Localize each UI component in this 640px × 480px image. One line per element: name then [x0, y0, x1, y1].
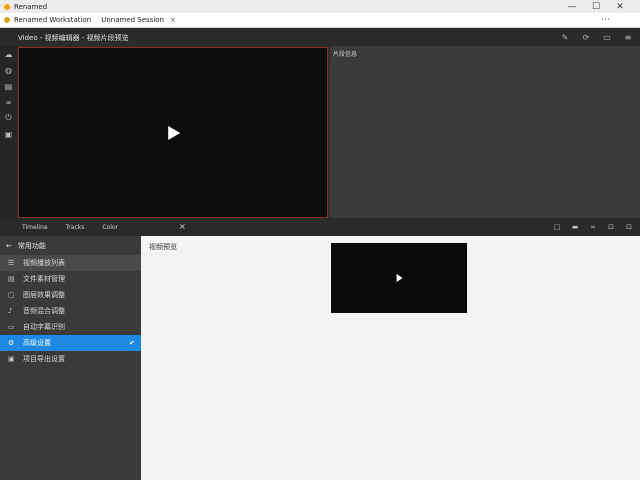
bottom-label-color[interactable]: Color	[102, 224, 118, 231]
panel-label: 片段信息	[333, 51, 358, 58]
cloud-icon[interactable]: ☁	[0, 46, 17, 62]
video-preview[interactable]	[18, 47, 328, 218]
maximize-button[interactable]: ☐	[586, 0, 606, 13]
audio-icon: ♪	[8, 307, 13, 315]
lock-icon[interactable]: ⊡	[606, 221, 616, 233]
video-thumbnail[interactable]	[331, 243, 467, 313]
sidebar-item-label: 图层效果调整	[23, 291, 65, 299]
tab-bar: Renamed Workstation Unnamed Session × ⋯	[0, 13, 640, 28]
sidebar-item-advanced[interactable]: ⚙ 高级设置 ✔	[0, 335, 141, 351]
editor-toolbar: Video - 视频编辑器 - 视频片段预览 ✎ ⟳ ▭ ≡	[0, 28, 640, 46]
play-icon[interactable]	[396, 274, 403, 282]
editor-title: Video - 视频编辑器 - 视频片段预览	[18, 34, 129, 42]
file-icon: ▤	[8, 275, 15, 283]
bottom-label-timeline[interactable]: Timeline	[22, 224, 48, 231]
sidebar-item-label: 音频混合调整	[23, 307, 65, 315]
more-icon[interactable]: ⋯	[601, 15, 610, 25]
document-icon[interactable]: ▤	[0, 78, 17, 94]
link-icon[interactable]: ∞	[588, 221, 598, 233]
globe-icon[interactable]: ◍	[0, 62, 17, 78]
edit-icon[interactable]: ✎	[559, 31, 571, 43]
sidebar-item-playlist[interactable]: ☰ 视频播放列表	[0, 255, 141, 271]
caption-icon[interactable]: ▬	[570, 221, 580, 233]
editor-bottom-bar: Timeline Tracks Color × □ ▬ ∞ ⊡ ⊡	[0, 218, 640, 236]
sidebar-item-captions[interactable]: ▭ 自动字幕识别	[0, 319, 141, 335]
tab-workstation[interactable]: Renamed Workstation	[4, 16, 91, 24]
menu-icon[interactable]: ≡	[622, 31, 634, 43]
play-icon[interactable]	[168, 125, 181, 140]
tab-session[interactable]: Unnamed Session ×	[101, 16, 176, 24]
sidebar-header-label: 常用功能	[17, 241, 46, 250]
layers-icon: ▢	[8, 291, 15, 299]
sidebar-item-label: 自动字幕识别	[23, 323, 65, 331]
window-titlebar: Renamed — ☐ ✕	[0, 0, 640, 13]
folder-icon[interactable]: ▭	[601, 31, 613, 43]
list-icon: ☰	[8, 259, 15, 267]
sidebar-item-label: 项目导出设置	[23, 355, 65, 363]
tab-close-button[interactable]: ×	[170, 16, 176, 24]
refresh-icon[interactable]: ⟳	[580, 31, 592, 43]
window-title: Renamed	[14, 2, 48, 11]
settings-icon: ⚙	[8, 339, 15, 347]
video-editor: Video - 视频编辑器 - 视频片段预览 ✎ ⟳ ▭ ≡ ☁ ◍ ▤ ∞ ⏻…	[0, 28, 640, 236]
bottom-label-tracks[interactable]: Tracks	[66, 224, 85, 231]
app-icon	[4, 3, 10, 10]
tab-label: Renamed Workstation	[14, 16, 92, 24]
bookmark-icon[interactable]: ▣	[0, 126, 17, 142]
check-icon: ✔	[129, 339, 135, 347]
sidebar-item-audio[interactable]: ♪ 音频混合调整	[0, 303, 141, 319]
sidebar-item-label: 文件素材管理	[23, 275, 65, 283]
tab-label: Unnamed Session	[101, 16, 164, 24]
content-heading: 视频预览	[149, 243, 177, 251]
close-window-button[interactable]: ✕	[610, 0, 630, 13]
app-icon	[4, 17, 10, 23]
export-icon: ▣	[8, 355, 15, 363]
power-icon[interactable]: ⏻	[0, 110, 17, 126]
sidebar-item-label: 高级设置	[23, 339, 51, 347]
sidebar-header[interactable]: ← 常用功能	[0, 236, 141, 255]
close-icon[interactable]: ×	[179, 222, 186, 231]
minimize-button[interactable]: —	[562, 0, 582, 13]
content-area: 视频预览	[141, 236, 640, 480]
caption-icon: ▭	[8, 323, 15, 331]
info-panel: 片段信息	[330, 46, 640, 218]
sidebar-item-label: 视频播放列表	[23, 259, 65, 267]
sidebar-item-layers[interactable]: ▢ 图层效果调整	[0, 287, 141, 303]
square-icon[interactable]: □	[552, 221, 562, 233]
sidebar-item-export[interactable]: ▣ 项目导出设置	[0, 351, 141, 367]
link-icon[interactable]: ∞	[0, 94, 17, 110]
arrow-left-icon: ←	[6, 241, 12, 250]
feature-sidebar: ← 常用功能 ☰ 视频播放列表 ▤ 文件素材管理 ▢ 图层效果调整 ♪ 音频混合…	[0, 236, 141, 480]
lock-icon[interactable]: ⊡	[624, 221, 634, 233]
sidebar-item-files[interactable]: ▤ 文件素材管理	[0, 271, 141, 287]
tool-rail: ☁ ◍ ▤ ∞ ⏻ ▣	[0, 46, 17, 218]
